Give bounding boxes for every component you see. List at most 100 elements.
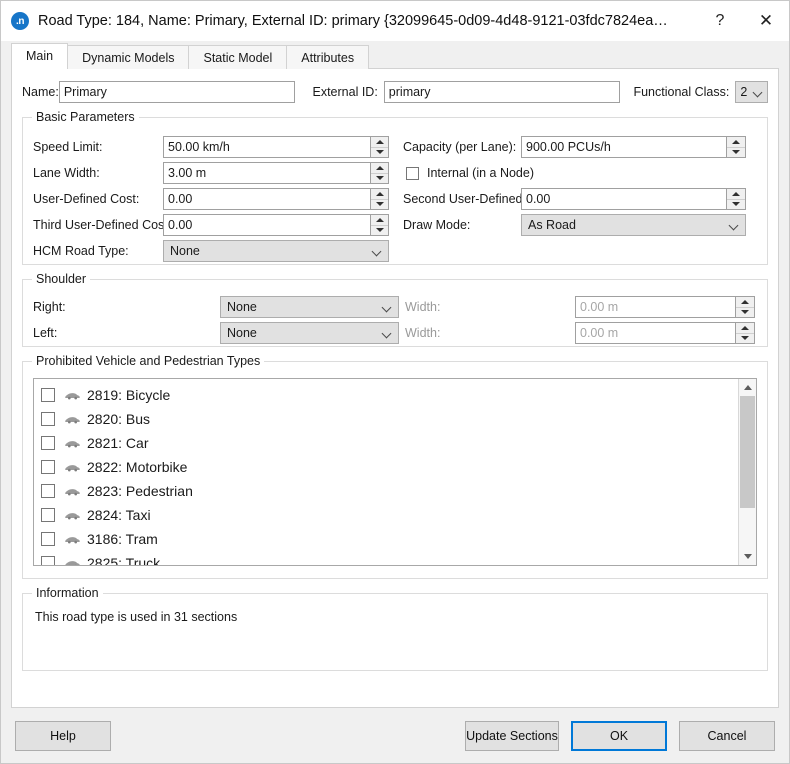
spin-down-button[interactable] [736, 332, 754, 343]
ok-button[interactable]: OK [571, 721, 667, 751]
spin-up-button[interactable] [736, 323, 754, 333]
spin-down-button[interactable] [727, 146, 745, 157]
list-item-checkbox[interactable] [41, 436, 55, 450]
triangle-up-icon [375, 165, 384, 170]
shoulder-left-select[interactable]: None [220, 322, 399, 344]
list-item-label: 2821: Car [87, 435, 149, 451]
cancel-button[interactable]: Cancel [679, 721, 775, 751]
spin-down-button[interactable] [371, 224, 388, 235]
shoulder-left-row: Left: None Width: 0.00 m [33, 322, 757, 344]
list-item-checkbox[interactable] [41, 412, 55, 426]
spin-down-button[interactable] [736, 306, 754, 317]
list-item-checkbox[interactable] [41, 532, 55, 546]
spin-up-button[interactable] [371, 163, 388, 173]
list-item[interactable]: 2822: Motorbike [34, 455, 738, 479]
lane-width-label: Lane Width: [33, 166, 100, 180]
capacity-label: Capacity (per Lane): [403, 140, 517, 154]
list-item[interactable]: 2825: Truck [34, 551, 738, 565]
vehicle-icon [65, 391, 80, 400]
shoulder-left-value: None [227, 326, 257, 340]
spin-up-button[interactable] [727, 137, 745, 147]
spin-up-button[interactable] [736, 297, 754, 307]
list-item[interactable]: 2823: Pedestrian [34, 479, 738, 503]
capacity-spinner[interactable]: 900.00 PCUs/h [521, 136, 746, 158]
user-defined-cost-spinner[interactable]: 0.00 [163, 188, 389, 210]
help-button[interactable]: Help [15, 721, 111, 751]
functional-class-select[interactable]: 2 [735, 81, 768, 103]
list-item-checkbox[interactable] [41, 388, 55, 402]
second-user-defined-cost-spin-arrows[interactable] [726, 189, 745, 209]
spin-down-button[interactable] [371, 146, 388, 157]
tab-main[interactable]: Main [11, 43, 69, 69]
title-bar: .n Road Type: 184, Name: Primary, Extern… [1, 1, 789, 41]
external-id-input[interactable]: primary [383, 81, 621, 103]
second-user-defined-cost-spinner[interactable]: 0.00 [521, 188, 746, 210]
help-icon[interactable]: ? [697, 1, 743, 41]
list-item-label: 3186: Tram [87, 531, 158, 547]
scroll-up-button[interactable] [739, 379, 756, 396]
list-item[interactable]: 2824: Taxi [34, 503, 738, 527]
speed-limit-value: 50.00 km/h [168, 140, 230, 154]
update-sections-button[interactable]: Update Sections [465, 721, 559, 751]
prohibited-types-title: Prohibited Vehicle and Pedestrian Types [32, 354, 265, 368]
shoulder-right-select[interactable]: None [220, 296, 399, 318]
user-defined-cost-label: User-Defined Cost: [33, 192, 140, 206]
triangle-down-icon [732, 202, 740, 207]
list-item-label: 2819: Bicycle [87, 387, 171, 403]
basic-parameters-group: Basic Parameters Speed Limit: 50.00 km/h… [22, 110, 768, 265]
list-item[interactable]: 2819: Bicycle [34, 383, 738, 407]
shoulder-group: Shoulder Right: None Width: 0.00 m Left:… [22, 272, 768, 347]
spin-down-button[interactable] [371, 172, 388, 183]
hcm-road-type-label: HCM Road Type: [33, 244, 129, 258]
spin-down-button[interactable] [371, 198, 388, 209]
third-user-defined-cost-spin-arrows[interactable] [370, 215, 388, 235]
name-input[interactable]: Primary [58, 81, 296, 103]
speed-limit-spinner[interactable]: 50.00 km/h [163, 136, 389, 158]
internal-checkbox[interactable] [406, 166, 419, 180]
list-item-checkbox[interactable] [41, 460, 55, 474]
scroll-down-button[interactable] [739, 548, 756, 565]
hcm-road-type-select[interactable]: None [163, 240, 389, 262]
vehicle-icon [65, 415, 80, 424]
list-item-checkbox[interactable] [41, 484, 55, 498]
list-item[interactable]: 2821: Car [34, 431, 738, 455]
tab-static-model[interactable]: Static Model [188, 45, 288, 69]
chevron-down-icon [383, 303, 392, 312]
speed-limit-spin-arrows[interactable] [370, 137, 388, 157]
shoulder-right-width-spinner[interactable]: 0.00 m [575, 296, 755, 318]
spin-up-button[interactable] [371, 137, 388, 147]
shoulder-right-width-label: Width: [405, 300, 441, 314]
shoulder-right-width-spin-arrows[interactable] [735, 297, 754, 317]
list-item-checkbox[interactable] [41, 556, 55, 565]
window-controls: ? ✕ [697, 1, 789, 41]
list-item-checkbox[interactable] [41, 508, 55, 522]
scroll-thumb[interactable] [740, 396, 755, 509]
shoulder-left-width-spinner[interactable]: 0.00 m [575, 322, 755, 344]
user-defined-cost-spin-arrows[interactable] [370, 189, 388, 209]
spin-up-button[interactable] [371, 189, 388, 199]
tab-dynamic-models[interactable]: Dynamic Models [67, 45, 190, 69]
list-scrollbar[interactable] [738, 379, 756, 565]
scroll-track[interactable] [739, 396, 756, 548]
tab-attributes[interactable]: Attributes [286, 45, 370, 69]
list-item[interactable]: 3186: Tram [34, 527, 738, 551]
triangle-up-icon [732, 191, 740, 196]
lane-width-spin-arrows[interactable] [370, 163, 388, 183]
spin-up-button[interactable] [371, 215, 388, 225]
capacity-spin-arrows[interactable] [726, 137, 745, 157]
vehicle-icon [65, 511, 80, 520]
user-defined-cost-value: 0.00 [168, 192, 193, 206]
close-icon[interactable]: ✕ [743, 1, 789, 41]
spin-down-button[interactable] [727, 198, 745, 209]
list-item[interactable]: 2820: Bus [34, 407, 738, 431]
list-item-label: 2823: Pedestrian [87, 483, 193, 499]
spin-up-button[interactable] [727, 189, 745, 199]
lane-width-value: 3.00 m [168, 166, 207, 180]
third-user-defined-cost-spinner[interactable]: 0.00 [163, 214, 389, 236]
lane-width-spinner[interactable]: 3.00 m [163, 162, 389, 184]
capacity-value: 900.00 PCUs/h [526, 140, 611, 154]
shoulder-left-width-spin-arrows[interactable] [735, 323, 754, 343]
draw-mode-select[interactable]: As Road [521, 214, 746, 236]
chevron-up-icon [743, 385, 752, 390]
prohibited-types-list[interactable]: 2819: Bicycle 2820: Bus 2821: Car 2822: … [33, 378, 757, 566]
